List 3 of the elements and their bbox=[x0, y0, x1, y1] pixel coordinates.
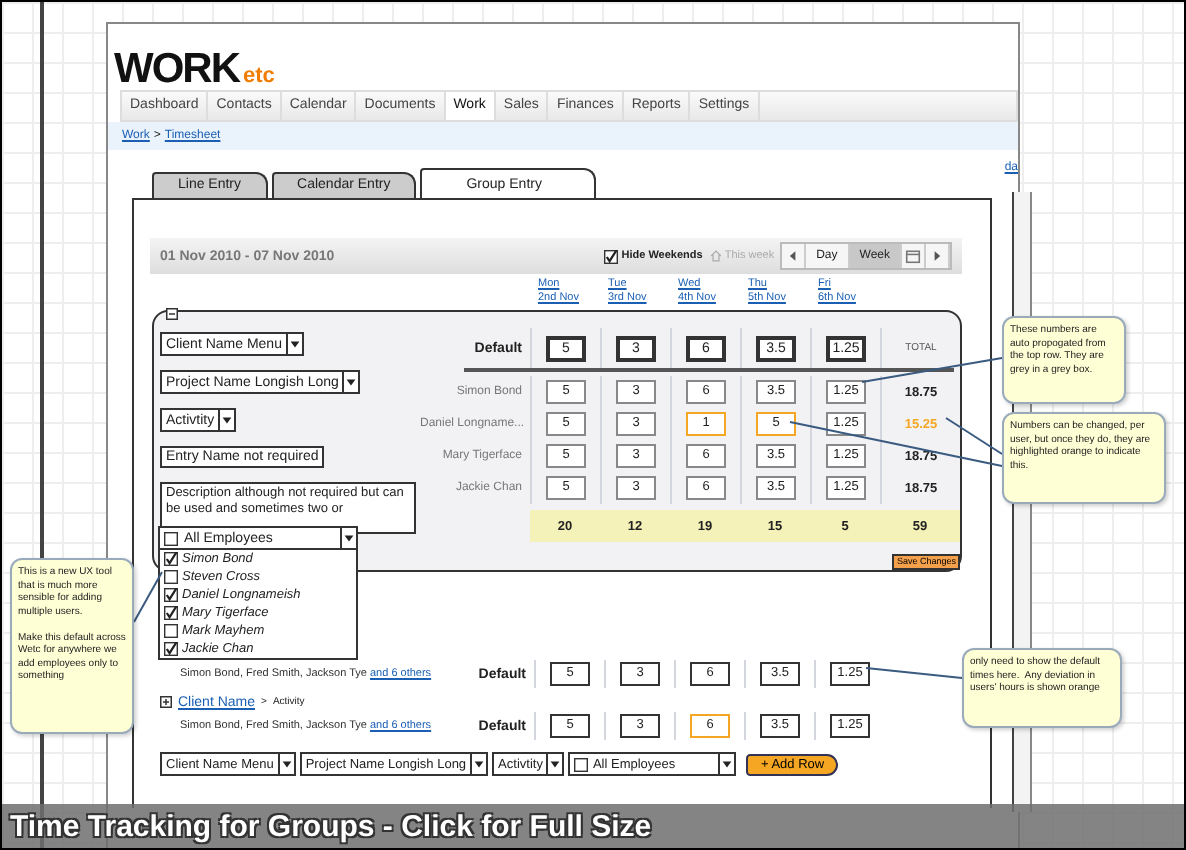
logo-text: WORK bbox=[114, 48, 239, 90]
logo-suffix: etc bbox=[243, 64, 275, 90]
caption-text: Time Tracking for Groups - Click for Full Size bbox=[10, 809, 652, 843]
